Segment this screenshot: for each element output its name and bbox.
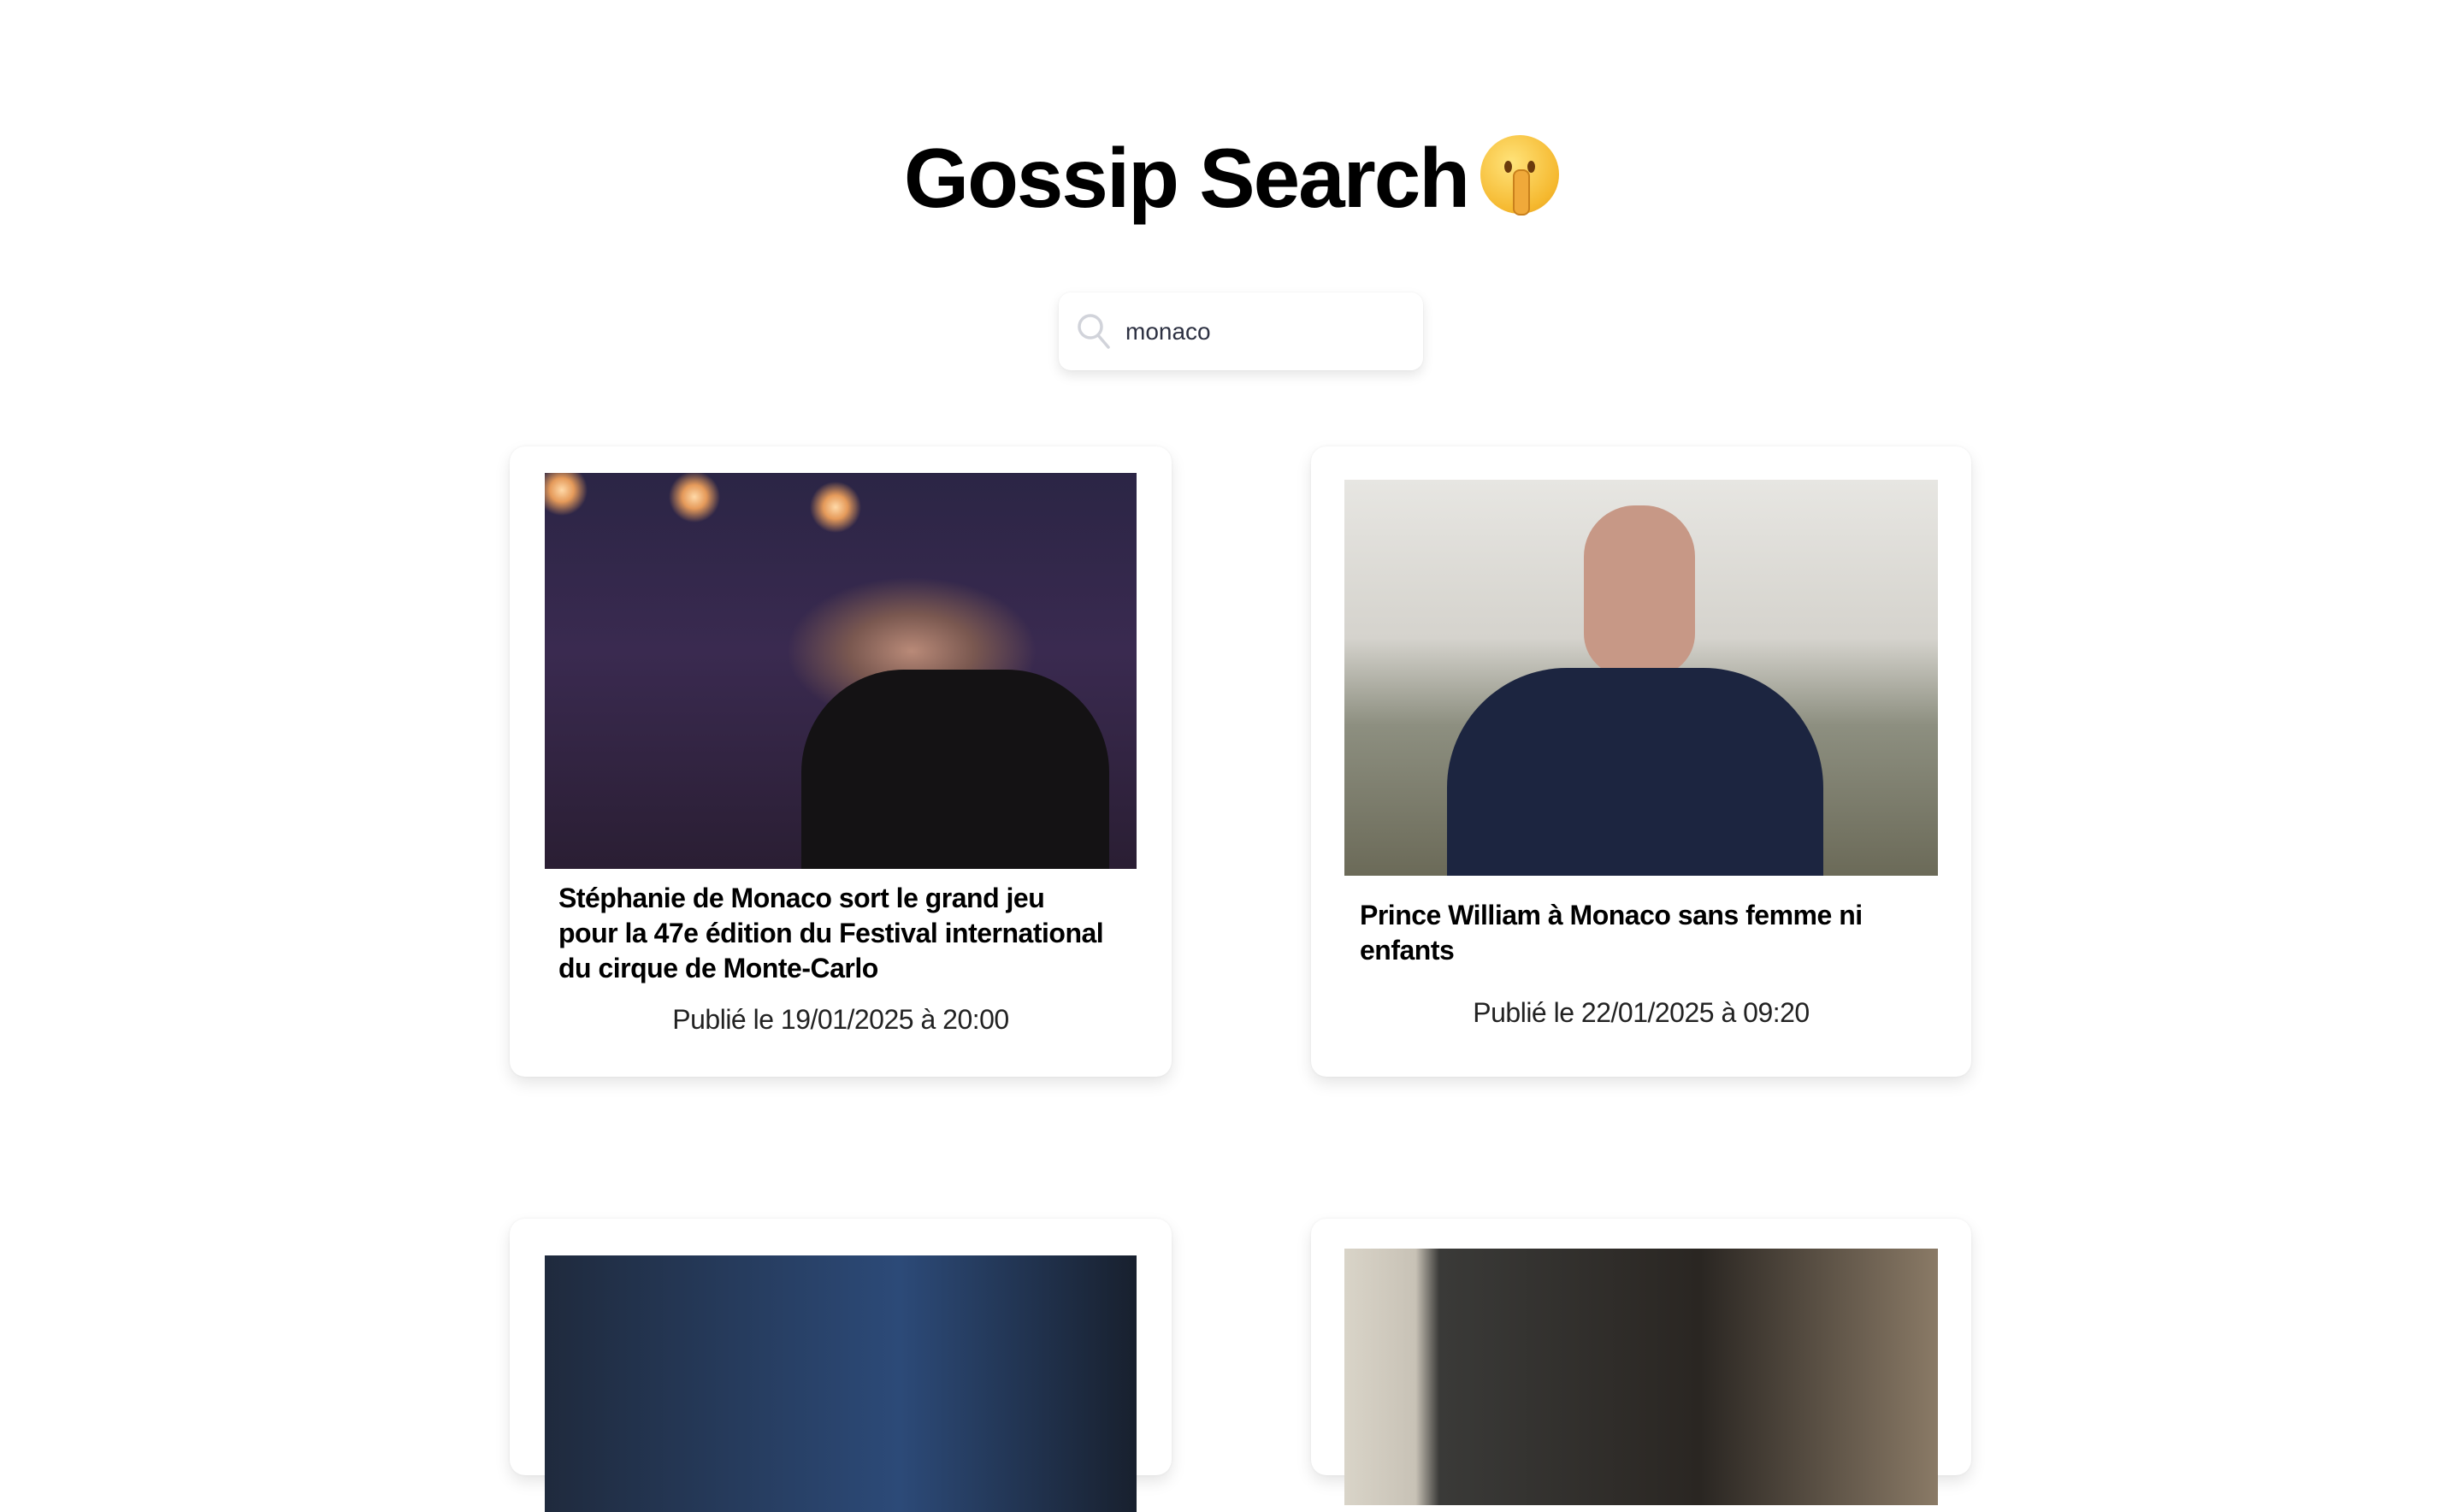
article-image bbox=[1344, 1249, 1938, 1505]
article-card[interactable] bbox=[1311, 1219, 1971, 1505]
article-image bbox=[545, 1255, 1137, 1512]
article-card[interactable]: Stéphanie de Monaco sort le grand jeu po… bbox=[510, 446, 1172, 1077]
article-image-figure bbox=[801, 670, 1109, 869]
article-date: Publié le 22/01/2025 à 09:20 bbox=[1473, 997, 1810, 1028]
article-title[interactable]: Stéphanie de Monaco sort le grand jeu po… bbox=[558, 881, 1106, 986]
article-title[interactable]: Prince William à Monaco sans femme ni en… bbox=[1360, 898, 1924, 968]
search-icon bbox=[1078, 314, 1110, 349]
article-card[interactable]: Prince William à Monaco sans femme ni en… bbox=[1311, 446, 1971, 1077]
shushing-face-icon bbox=[1480, 135, 1560, 216]
article-image-jacket bbox=[1447, 668, 1823, 876]
article-date: Publié le 19/01/2025 à 20:00 bbox=[672, 1004, 1009, 1035]
search-input[interactable] bbox=[1124, 313, 1409, 351]
article-image[interactable] bbox=[545, 473, 1137, 869]
article-image-figure bbox=[1584, 505, 1695, 676]
article-image[interactable] bbox=[1344, 480, 1938, 876]
search-box[interactable] bbox=[1059, 292, 1423, 370]
page-title: Gossip Search bbox=[0, 127, 2463, 229]
article-card[interactable] bbox=[510, 1219, 1172, 1512]
page-title-text: Gossip Search bbox=[903, 131, 1470, 225]
